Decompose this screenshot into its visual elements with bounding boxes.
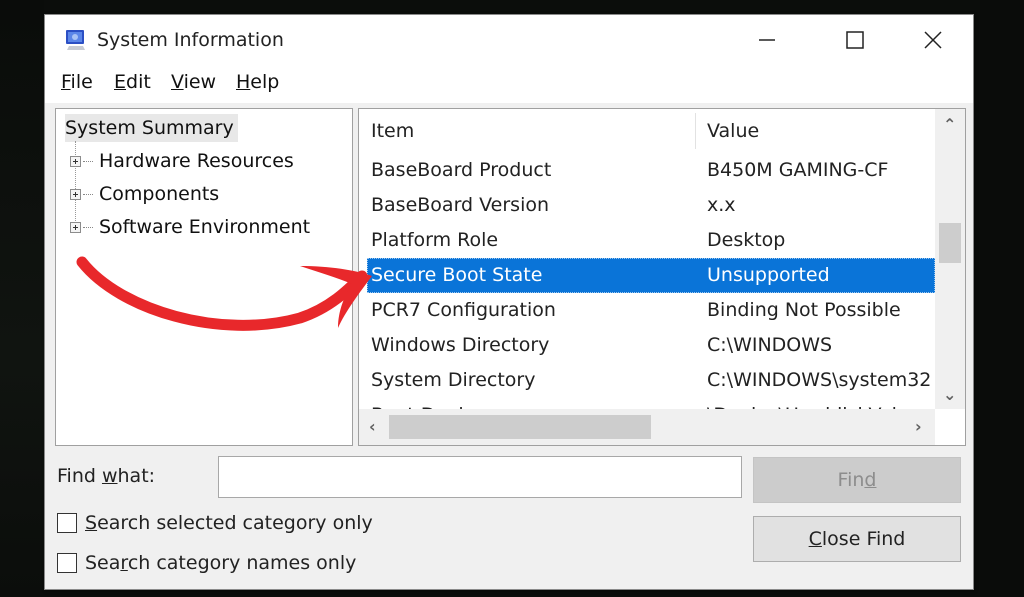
tree-connector-dots	[83, 226, 93, 228]
horizontal-scroll-thumb[interactable]	[389, 415, 651, 439]
system-information-icon	[66, 30, 85, 50]
tree-item-hardware-resources[interactable]: Hardware Resources	[70, 147, 294, 175]
scroll-down-icon[interactable]: ⌄	[943, 385, 956, 404]
menu-file[interactable]: File	[61, 71, 93, 93]
find-what-label: Find what:	[57, 465, 155, 487]
find-button-label: Fin	[837, 469, 865, 491]
horizontal-scrollbar[interactable]: ‹ ›	[359, 409, 935, 445]
checkbox-box[interactable]	[57, 513, 77, 533]
close-button[interactable]	[901, 15, 965, 65]
row-value: Binding Not Possible	[707, 299, 901, 321]
find-label-post: hat:	[117, 465, 156, 487]
menu-view[interactable]: View	[171, 71, 216, 93]
window-title: System Information	[97, 29, 284, 51]
row-value: C:\WINDOWS	[707, 334, 833, 356]
menu-help-mnemonic: H	[236, 71, 251, 93]
row-value: B450M GAMING-CF	[707, 159, 889, 181]
expand-plus-icon[interactable]	[70, 155, 81, 167]
scroll-left-icon[interactable]: ‹	[369, 417, 376, 436]
column-divider[interactable]	[695, 113, 696, 149]
vertical-scrollbar[interactable]: ⌃ ⌄	[935, 109, 965, 409]
checkbox-label: Search selected category only	[85, 512, 373, 534]
minimize-icon	[759, 39, 775, 41]
search-category-names-checkbox[interactable]: Search category names only	[57, 552, 356, 574]
column-header-item[interactable]: Item	[371, 109, 414, 153]
checkbox-mnemonic: S	[85, 512, 98, 534]
checkbox-mnemonic: r	[120, 552, 128, 574]
checkbox-box[interactable]	[57, 553, 77, 573]
find-label-mnemonic: w	[101, 465, 118, 487]
menu-help-label: elp	[250, 71, 280, 93]
row-value: C:\WINDOWS\system32	[707, 369, 932, 391]
row-item: Platform Role	[371, 229, 499, 251]
maximize-icon	[846, 31, 864, 49]
details-list[interactable]: Item Value BaseBoard Product B450M GAMING…	[358, 108, 966, 446]
tree-item-label: Hardware Resources	[99, 150, 294, 172]
tree-connector-dots	[83, 193, 93, 195]
vertical-scroll-thumb[interactable]	[939, 223, 961, 263]
row-value: Desktop	[707, 229, 786, 251]
close-find-mnemonic: C	[808, 528, 822, 550]
row-value: x.x	[707, 194, 736, 216]
tree-item-label: Components	[99, 183, 220, 205]
list-row[interactable]: BaseBoard Product B450M GAMING-CF	[367, 153, 935, 188]
menu-file-mnemonic: F	[61, 71, 71, 93]
find-button-mnemonic: d	[864, 469, 877, 491]
search-selected-category-checkbox[interactable]: Search selected category only	[57, 512, 373, 534]
row-item: Secure Boot State	[371, 264, 543, 286]
checkbox-label-post: earch selected category only	[97, 512, 373, 534]
close-find-label: lose Find	[821, 528, 906, 550]
checkbox-label-post: ch category names only	[127, 552, 357, 574]
list-row[interactable]: BaseBoard Version x.x	[367, 188, 935, 223]
expand-plus-icon[interactable]	[70, 188, 81, 200]
list-row-selected[interactable]: Secure Boot State Unsupported	[367, 258, 935, 293]
tree-connector-dots	[83, 160, 93, 162]
menu-edit[interactable]: Edit	[114, 71, 151, 93]
system-information-window: System Information File Edit View Help S…	[44, 14, 974, 590]
checkbox-label: Search category names only	[85, 552, 356, 574]
row-value: Unsupported	[707, 264, 830, 286]
background-left	[0, 0, 44, 597]
title-bar[interactable]: System Information	[45, 15, 973, 65]
list-row[interactable]: PCR7 Configuration Binding Not Possible	[367, 293, 935, 328]
maximize-button[interactable]	[823, 15, 887, 65]
find-label-pre: Find	[57, 465, 102, 487]
expand-plus-icon[interactable]	[70, 221, 81, 233]
list-row[interactable]: Windows Directory C:\WINDOWS	[367, 328, 935, 363]
close-find-button[interactable]: Close Find	[753, 516, 961, 562]
tree-item-system-summary[interactable]: System Summary	[65, 114, 238, 142]
scroll-up-icon[interactable]: ⌃	[943, 115, 956, 134]
category-tree[interactable]: System Summary Hardware Resources Compon…	[55, 108, 353, 446]
menu-file-label: ile	[70, 71, 93, 93]
list-row[interactable]: System Directory C:\WINDOWS\system32	[367, 363, 935, 398]
row-item: Windows Directory	[371, 334, 550, 356]
tree-item-components[interactable]: Components	[70, 180, 219, 208]
row-item: BaseBoard Product	[371, 159, 552, 181]
menu-bar: File Edit View Help	[45, 65, 973, 103]
menu-edit-mnemonic: E	[114, 71, 127, 93]
find-what-input[interactable]	[218, 456, 742, 498]
list-row[interactable]: Platform Role Desktop	[367, 223, 935, 258]
minimize-button[interactable]	[735, 15, 799, 65]
tree-item-label: Software Environment	[99, 216, 311, 238]
column-header-value[interactable]: Value	[707, 109, 759, 153]
row-item: BaseBoard Version	[371, 194, 550, 216]
menu-view-label: iew	[183, 71, 217, 93]
row-item: System Directory	[371, 369, 536, 391]
background-right	[980, 0, 1024, 597]
scroll-right-icon[interactable]: ›	[915, 417, 922, 436]
checkbox-label-pre: Sea	[85, 552, 121, 574]
row-item: PCR7 Configuration	[371, 299, 556, 321]
menu-view-mnemonic: V	[171, 71, 184, 93]
menu-help[interactable]: Help	[236, 71, 279, 93]
find-button[interactable]: Find	[753, 457, 961, 503]
menu-edit-label: dit	[126, 71, 151, 93]
tree-item-software-environment[interactable]: Software Environment	[70, 213, 310, 241]
close-icon	[924, 31, 942, 49]
